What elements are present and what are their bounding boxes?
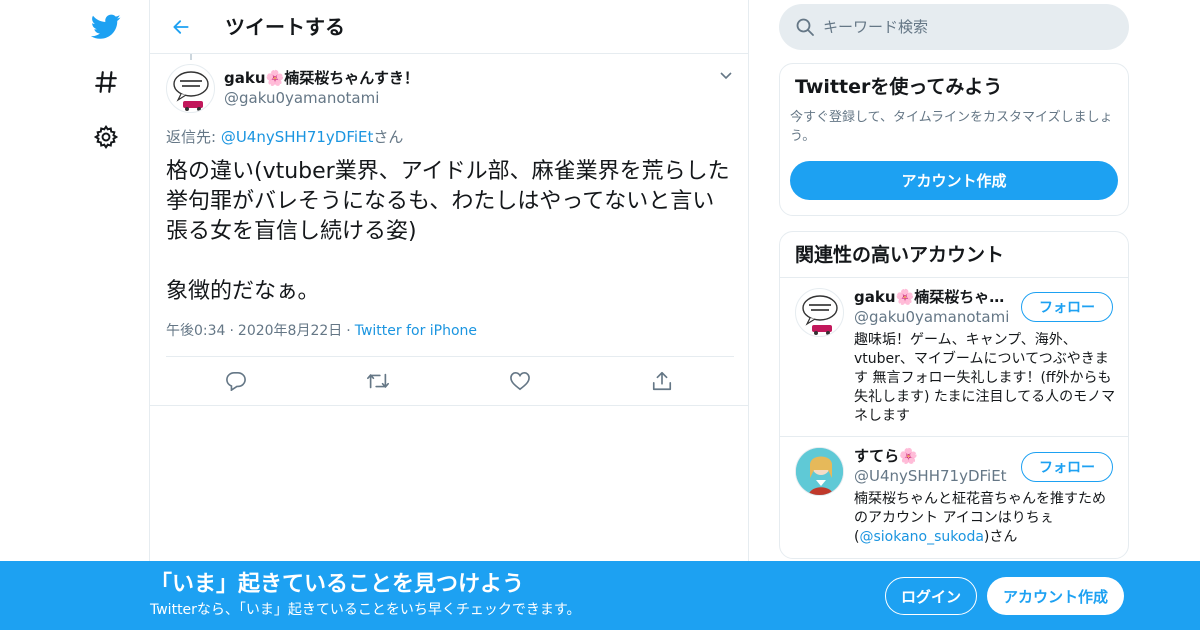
author-name[interactable]: gaku🌸楠栞桜ちゃんすき！ bbox=[224, 68, 419, 88]
search-box[interactable] bbox=[779, 4, 1129, 50]
account-avatar[interactable] bbox=[795, 288, 844, 337]
account-bio: 楠栞桜ちゃんと柾花音ちゃんを推すためのアカウント アイコンはりちぇ(@sioka… bbox=[854, 490, 1116, 547]
search-icon bbox=[795, 17, 815, 37]
tweet-column: ツイートする gaku🌸楠栞桜ちゃんすき！ @gaku0yamanotami 返… bbox=[149, 0, 749, 630]
reply-to-line: 返信先: @U4nySHH71yDFiEtさん bbox=[166, 127, 403, 147]
top-bar: ツイートする bbox=[150, 0, 748, 54]
chevron-down-icon[interactable] bbox=[716, 66, 736, 86]
login-button[interactable]: ログイン bbox=[885, 577, 977, 615]
author-handle[interactable]: @gaku0yamanotami bbox=[224, 88, 379, 108]
signup-button[interactable]: アカウント作成 bbox=[987, 577, 1124, 615]
tweet-time[interactable]: 午後0:34 bbox=[166, 323, 225, 339]
signup-card-title: Twitterを使ってみよう bbox=[795, 76, 1003, 98]
meta-separator: · bbox=[346, 323, 351, 339]
retweet-icon[interactable] bbox=[364, 368, 392, 394]
page: ツイートする gaku🌸楠栞桜ちゃんすき！ @gaku0yamanotami 返… bbox=[0, 0, 1200, 630]
divider bbox=[166, 356, 734, 357]
account-avatar[interactable] bbox=[795, 447, 844, 496]
divider bbox=[780, 277, 1128, 278]
account-handle[interactable]: @gaku0yamanotami bbox=[854, 307, 1009, 327]
account-name[interactable]: gaku🌸楠栞桜ちゃん... bbox=[854, 287, 1014, 307]
reply-icon[interactable] bbox=[222, 368, 250, 394]
share-icon[interactable] bbox=[648, 368, 676, 394]
reply-prefix: 返信先: bbox=[166, 128, 221, 146]
signup-card: Twitterを使ってみよう 今すぐ登録して、タイムラインをカスタマイズしましょ… bbox=[779, 63, 1129, 216]
tweet-text: 格の違い(vtuber業界、アイドル部、麻雀業界を荒らした挙句罪がバレそうになる… bbox=[166, 159, 730, 304]
banner-title: 「いま」起きていることを見つけよう bbox=[150, 572, 525, 597]
related-accounts-card: 関連性の高いアカウント gaku🌸楠栞桜ちゃん... @gaku0yamanot… bbox=[779, 231, 1129, 559]
create-account-button[interactable]: アカウント作成 bbox=[790, 161, 1118, 200]
account-bio-link[interactable]: @siokano_sukoda bbox=[859, 529, 983, 545]
follow-button[interactable]: フォロー bbox=[1021, 292, 1113, 322]
twitter-bird-icon[interactable] bbox=[84, 5, 128, 49]
divider bbox=[780, 436, 1128, 437]
signup-banner: 「いま」起きていることを見つけよう Twitterなら、「いま」起きていることを… bbox=[0, 561, 1200, 630]
meta-separator: · bbox=[229, 323, 234, 339]
tweet-actions bbox=[166, 358, 734, 404]
tweet-source[interactable]: Twitter for iPhone bbox=[355, 323, 477, 339]
like-heart-icon[interactable] bbox=[506, 368, 534, 394]
author-avatar[interactable] bbox=[166, 64, 215, 113]
reply-to-link[interactable]: @U4nySHH71yDFiEt bbox=[221, 128, 374, 146]
hashtag-icon[interactable] bbox=[84, 60, 128, 104]
account-name[interactable]: すてら🌸 bbox=[854, 446, 1014, 466]
account-handle[interactable]: @U4nySHH71yDFiEt bbox=[854, 466, 1007, 486]
tweet-date[interactable]: 2020年8月22日 bbox=[238, 323, 342, 339]
reply-suffix: さん bbox=[373, 128, 404, 146]
gear-icon[interactable] bbox=[84, 115, 128, 159]
search-input[interactable] bbox=[823, 12, 1113, 42]
account-bio: 趣味垢！ゲーム、キャンプ、海外、vtuber、マイブームについてつぶやきます 無… bbox=[854, 332, 1116, 424]
divider bbox=[150, 405, 748, 406]
account-bio-text: )さん bbox=[983, 529, 1018, 545]
related-accounts-title: 関連性の高いアカウント bbox=[795, 244, 1005, 266]
banner-subtitle: Twitterなら、「いま」起きていることをいち早くチェックできます。 bbox=[150, 602, 581, 618]
thread-connector bbox=[190, 54, 192, 60]
follow-button[interactable]: フォロー bbox=[1021, 452, 1113, 482]
back-arrow-icon[interactable] bbox=[166, 12, 196, 42]
page-title: ツイートする bbox=[225, 15, 345, 39]
signup-card-description: 今すぐ登録して、タイムラインをカスタマイズしましょう。 bbox=[790, 110, 1113, 144]
tweet-meta: 午後0:34 · 2020年8月22日 · Twitter for iPhone bbox=[166, 321, 477, 341]
